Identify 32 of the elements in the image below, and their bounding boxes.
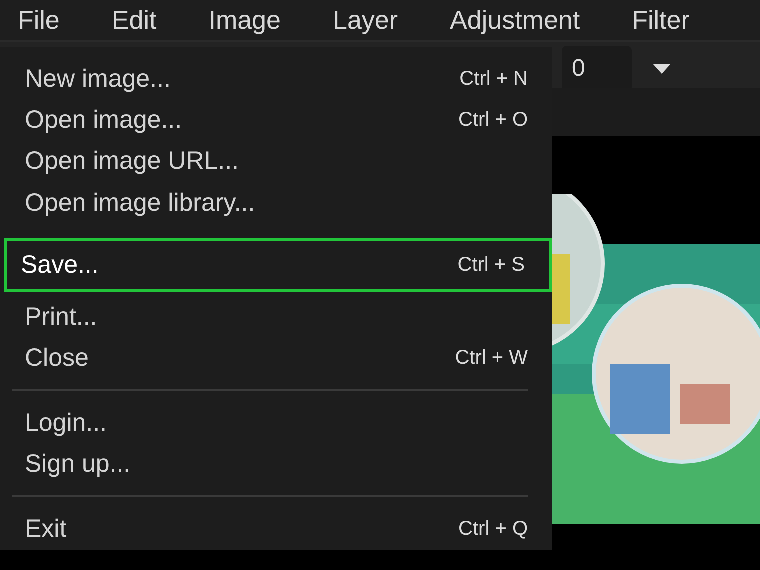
shortcut-label: Ctrl + N <box>460 68 528 92</box>
menu-bar-item[interactable]: File <box>18 4 60 36</box>
menu-item-label: Print... <box>25 302 98 332</box>
menu-bar-item[interactable]: Filter <box>632 4 690 36</box>
menu-item-label: Sign up... <box>25 450 131 479</box>
shortcut-label: Ctrl + S <box>458 254 525 277</box>
menu-item[interactable]: Exit Ctrl + Q <box>4 508 552 550</box>
shortcut-label: Ctrl + W <box>455 346 528 370</box>
menu-item[interactable]: Print... <box>4 296 552 338</box>
menu-item-label: Open image... <box>25 106 182 136</box>
menu-item-label: Save... <box>21 250 99 280</box>
menu-item-label: Exit <box>25 514 67 544</box>
caret-icon[interactable] <box>652 63 672 75</box>
menu-item[interactable]: Open image... Ctrl + O <box>4 100 552 142</box>
menu-bar-item[interactable]: Adjustment <box>450 4 580 36</box>
menu-item[interactable]: Close Ctrl + W <box>4 338 552 379</box>
menu-item-label: Close <box>25 344 89 373</box>
menu-item[interactable]: Login... <box>4 402 552 444</box>
shortcut-label: Ctrl + O <box>458 109 528 132</box>
menu-bar-item[interactable]: Layer <box>332 4 398 36</box>
menu-item-label: New image... <box>25 65 171 94</box>
menu-bar-item[interactable]: Image <box>208 4 281 36</box>
menu-item[interactable]: Open image library... <box>4 182 552 224</box>
menu-item[interactable]: Save... Ctrl + S <box>4 238 552 292</box>
menu-item-label: Open image library... <box>25 188 256 218</box>
menu-item[interactable]: Open image URL... <box>4 141 552 182</box>
menu-item[interactable]: Sign up... <box>4 444 552 485</box>
menu-item-label: Open image URL... <box>25 147 239 176</box>
menu-bar-item[interactable]: Edit <box>112 4 157 36</box>
menu-item-label: Login... <box>25 408 108 438</box>
menu-item[interactable]: New image... Ctrl + N <box>4 59 552 100</box>
shortcut-label: Ctrl + Q <box>458 518 528 541</box>
